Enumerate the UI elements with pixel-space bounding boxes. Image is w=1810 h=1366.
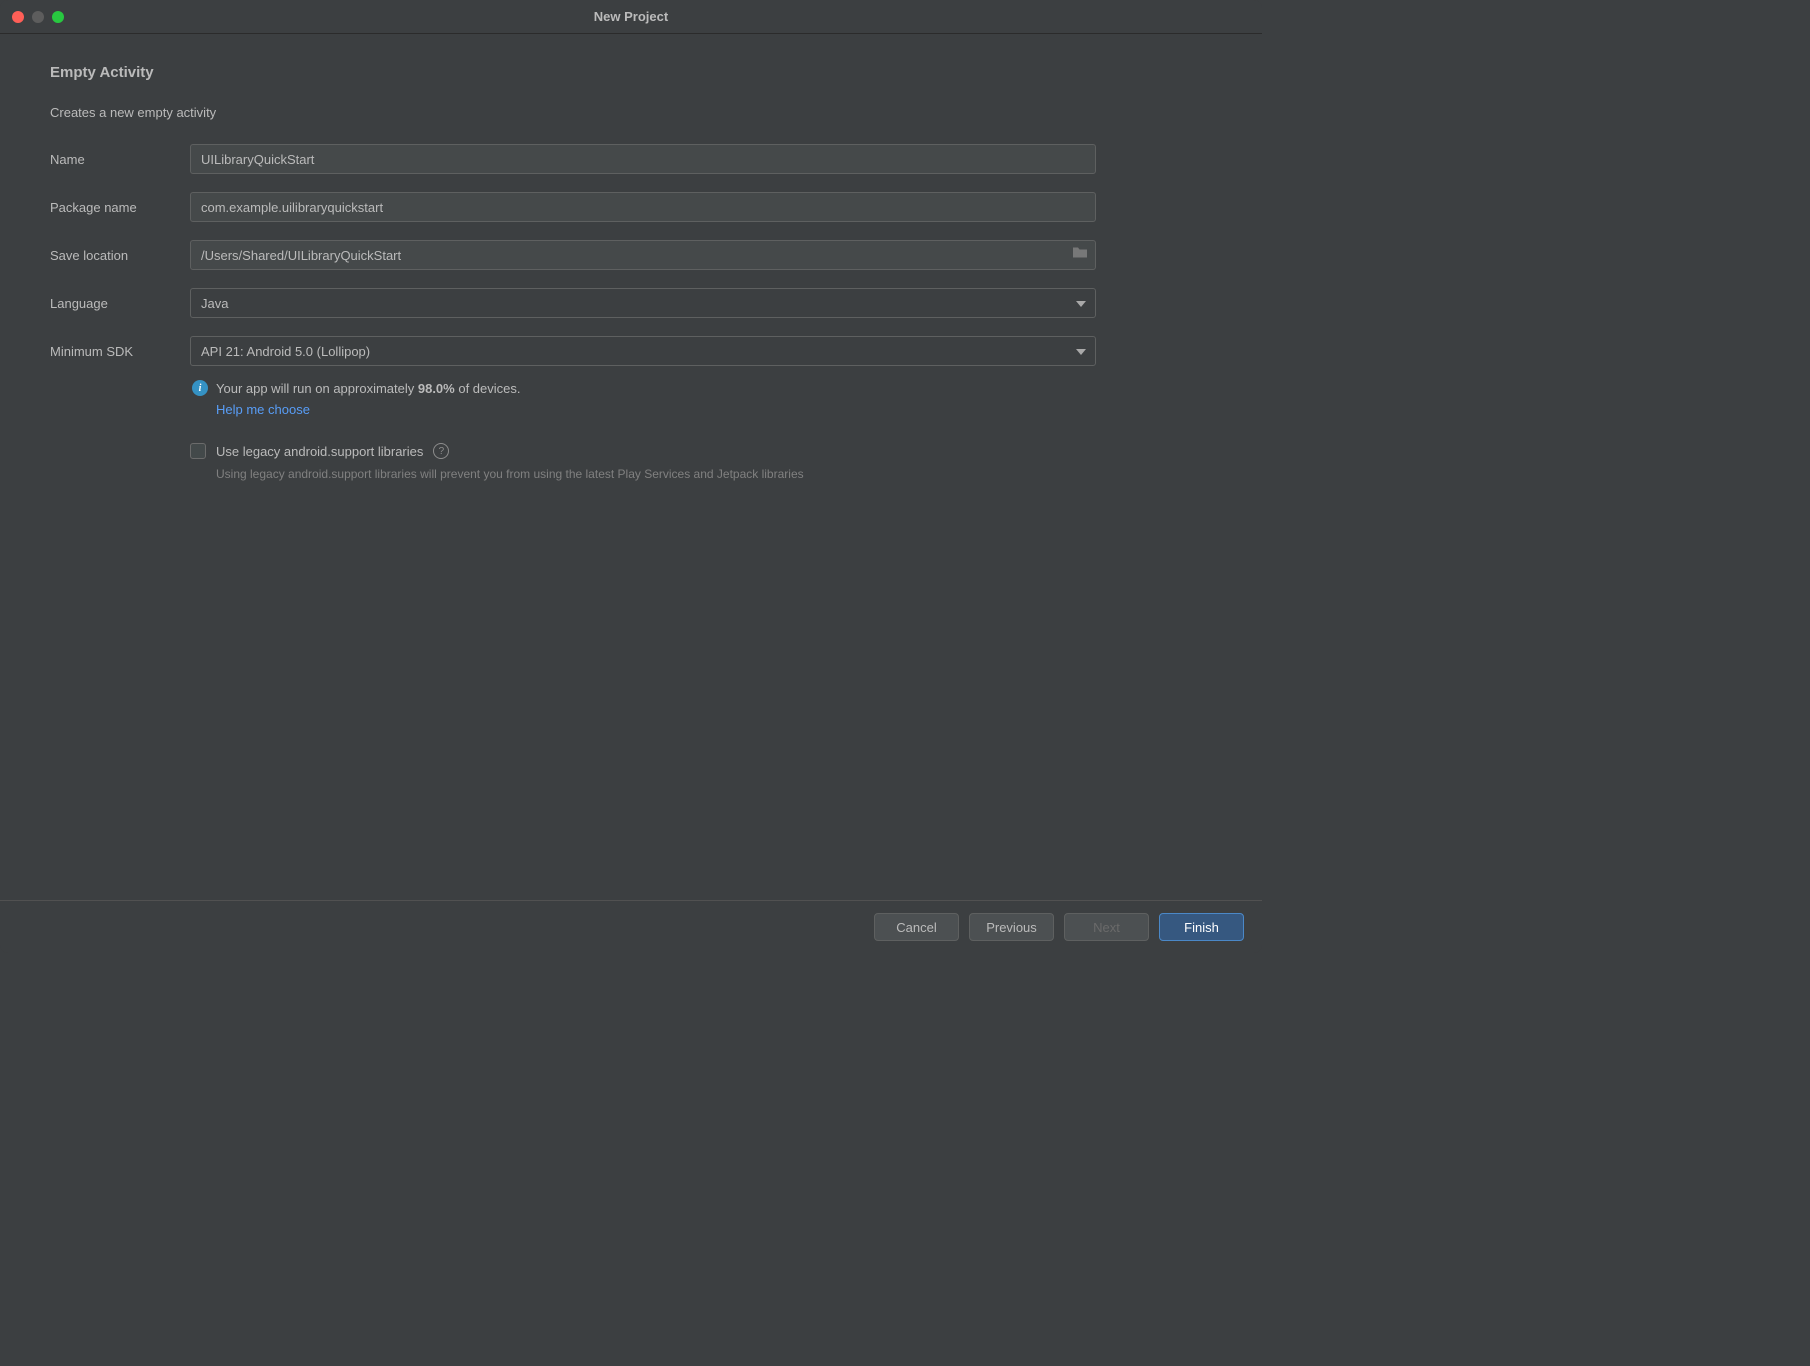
dialog-content: Empty Activity Creates a new empty activ…: [0, 34, 1262, 900]
label-save-location: Save location: [50, 248, 190, 263]
info-icon: i: [192, 380, 208, 396]
row-package: Package name: [50, 192, 1212, 222]
help-icon[interactable]: ?: [433, 443, 449, 459]
finish-button[interactable]: Finish: [1159, 913, 1244, 941]
label-legacy-libraries: Use legacy android.support libraries: [216, 444, 423, 459]
row-save-location: Save location: [50, 240, 1212, 270]
select-language[interactable]: Java: [190, 288, 1096, 318]
traffic-lights: [12, 11, 64, 23]
close-window-button[interactable]: [12, 11, 24, 23]
info-text: Your app will run on approximately 98.0%…: [216, 381, 521, 396]
page-heading: Empty Activity: [50, 64, 1212, 81]
previous-button[interactable]: Previous: [969, 913, 1054, 941]
checkbox-legacy-libraries[interactable]: [190, 443, 206, 459]
page-subheading: Creates a new empty activity: [50, 105, 1212, 120]
label-language: Language: [50, 296, 190, 311]
cancel-button[interactable]: Cancel: [874, 913, 959, 941]
dialog-footer: Cancel Previous Next Finish: [0, 900, 1262, 953]
input-name[interactable]: [190, 144, 1096, 174]
maximize-window-button[interactable]: [52, 11, 64, 23]
input-package[interactable]: [190, 192, 1096, 222]
next-button[interactable]: Next: [1064, 913, 1149, 941]
help-me-choose-link[interactable]: Help me choose: [216, 402, 310, 417]
label-name: Name: [50, 152, 190, 167]
dialog-window: New Project Empty Activity Creates a new…: [0, 0, 1262, 953]
min-sdk-info: i Your app will run on approximately 98.…: [190, 380, 1096, 419]
titlebar: New Project: [0, 0, 1262, 34]
row-language: Language Java: [50, 288, 1212, 318]
input-save-location[interactable]: [190, 240, 1096, 270]
label-min-sdk: Minimum SDK: [50, 344, 190, 359]
label-package: Package name: [50, 200, 190, 215]
hint-legacy-libraries: Using legacy android.support libraries w…: [216, 465, 916, 483]
select-min-sdk[interactable]: API 21: Android 5.0 (Lollipop): [190, 336, 1096, 366]
browse-folder-icon[interactable]: [1072, 246, 1088, 265]
row-legacy-libraries: Use legacy android.support libraries ?: [190, 443, 1096, 459]
minimize-window-button[interactable]: [32, 11, 44, 23]
window-title: New Project: [594, 9, 668, 24]
row-name: Name: [50, 144, 1212, 174]
row-min-sdk: Minimum SDK API 21: Android 5.0 (Lollipo…: [50, 336, 1212, 366]
